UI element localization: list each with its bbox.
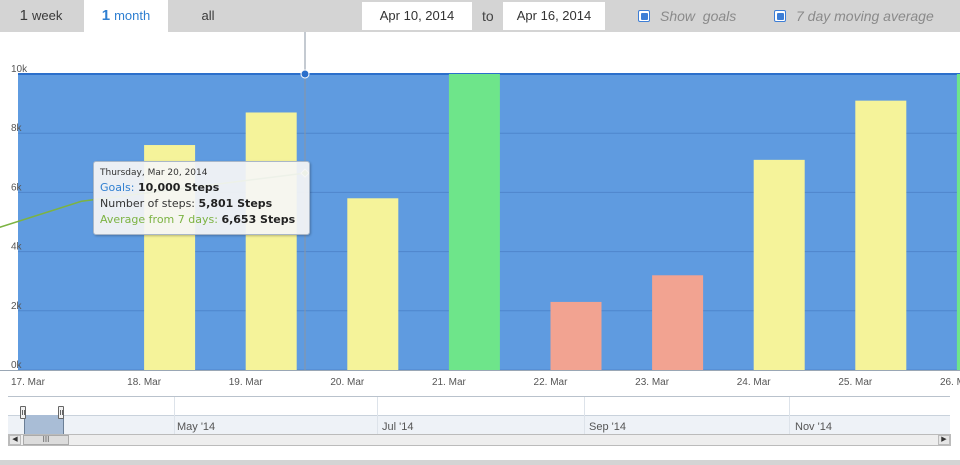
navigator-scrollbar[interactable]: ◀ III ▶ xyxy=(8,434,951,446)
range-tab-1-month[interactable]: 1 month xyxy=(84,0,168,32)
y-tick-label: 8k xyxy=(11,123,23,134)
grip-icon: III xyxy=(42,435,50,444)
range-tab-unit: week xyxy=(31,8,63,23)
range-navigator: May '14 Jul '14 Sep '14 Nov '14 ◀ III ▶ xyxy=(0,394,960,448)
navigator-right-handle[interactable] xyxy=(58,406,64,419)
tooltip-steps-label: Number of steps: xyxy=(100,197,199,210)
date-from-input[interactable] xyxy=(362,2,472,30)
to-label: to xyxy=(482,8,494,24)
range-tab-number: 1 xyxy=(19,7,28,24)
x-tick-label: 21. Mar xyxy=(432,377,467,388)
arrow-left-icon: ◀ xyxy=(12,436,18,443)
x-tick-label: 23. Mar xyxy=(635,377,670,388)
toolbar: 1week 1month all to Show goals 7 day mov… xyxy=(0,0,960,32)
tooltip-goals-value: 10,000 Steps xyxy=(137,181,220,194)
navigator-left-handle[interactable] xyxy=(20,406,26,419)
y-tick-label: 4k xyxy=(11,242,23,253)
x-tick-label: 18. Mar xyxy=(127,377,162,388)
arrow-right-icon: ▶ xyxy=(941,436,947,443)
moving-average-checkbox[interactable] xyxy=(774,10,786,22)
show-goals-label: Show goals xyxy=(660,8,737,24)
bar xyxy=(245,112,297,370)
tooltip-date: Thursday, Mar 20, 2014 xyxy=(100,168,208,178)
navigator-label: Sep '14 xyxy=(589,421,626,433)
navigator-label: May '14 xyxy=(177,421,216,433)
navigator-divider xyxy=(584,397,585,435)
tooltip-goals-row: Goals: 10,000 Steps xyxy=(100,180,309,196)
bar xyxy=(550,301,602,370)
y-tick-label: 0k xyxy=(11,360,23,371)
navigator-divider xyxy=(174,397,175,435)
bar xyxy=(855,100,907,370)
x-tick-label: 26. Mar xyxy=(940,377,960,388)
tooltip-steps-row: Number of steps: 5,801 Steps xyxy=(100,196,309,212)
checkbox-checked-icon xyxy=(776,12,784,20)
tooltip-average-label: Average from 7 days: xyxy=(100,213,222,226)
y-tick-label: 2k xyxy=(11,301,23,312)
bottom-border xyxy=(0,460,960,465)
range-tab-unit: month xyxy=(114,8,151,23)
bar xyxy=(347,198,399,370)
navigator-label: Jul '14 xyxy=(382,421,414,433)
x-tick-label: 24. Mar xyxy=(737,377,772,388)
checkbox-checked-icon xyxy=(640,12,648,20)
navigator-label: Nov '14 xyxy=(795,421,832,433)
tooltip-average-value: 6,653 Steps xyxy=(221,213,296,226)
show-goals-option[interactable]: Show goals xyxy=(638,0,736,32)
x-tick-label: 17. Mar xyxy=(11,377,46,388)
navigator-divider xyxy=(377,397,378,435)
moving-average-label: 7 day moving average xyxy=(796,8,934,24)
range-tab-all[interactable]: all xyxy=(170,0,242,32)
x-tick-label: 25. Mar xyxy=(838,377,873,388)
moving-average-option[interactable]: 7 day moving average xyxy=(774,0,934,32)
scroll-right-button[interactable]: ▶ xyxy=(938,435,950,445)
tooltip-goals-label: Goals: xyxy=(100,181,138,194)
scroll-left-button[interactable]: ◀ xyxy=(9,435,21,445)
range-tab-unit: all xyxy=(201,8,215,23)
y-tick-label: 6k xyxy=(11,182,23,193)
navigator-track[interactable]: May '14 Jul '14 Sep '14 Nov '14 xyxy=(8,396,950,436)
tooltip-steps-value: 5,801 Steps xyxy=(198,197,273,210)
range-tab-number: 1 xyxy=(101,7,111,24)
show-goals-checkbox[interactable] xyxy=(638,10,650,22)
date-to-input[interactable] xyxy=(503,2,605,30)
navigator-divider xyxy=(789,397,790,435)
x-tick-label: 22. Mar xyxy=(534,377,569,388)
scrollbar-thumb[interactable]: III xyxy=(23,435,69,445)
data-tooltip: Thursday, Mar 20, 2014 Goals: 10,000 Ste… xyxy=(93,161,310,235)
x-tick-label: 19. Mar xyxy=(229,377,264,388)
bar xyxy=(652,275,704,370)
bar xyxy=(753,159,805,370)
x-tick-label: 20. Mar xyxy=(330,377,365,388)
crosshair-goal-marker xyxy=(300,69,310,79)
range-tab-1-week[interactable]: 1 week xyxy=(0,0,82,32)
bar xyxy=(448,74,500,370)
tooltip-average-row: Average from 7 days: 6,653 Steps xyxy=(100,212,309,228)
